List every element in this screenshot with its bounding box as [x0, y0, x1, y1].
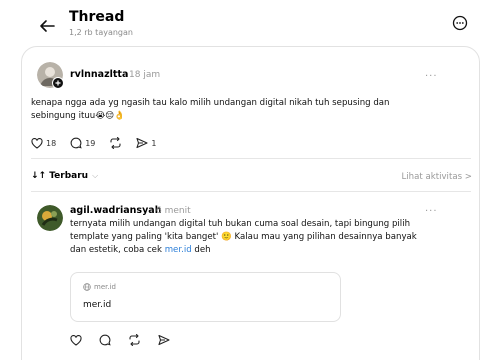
- repost-button[interactable]: [109, 137, 122, 149]
- post-more-icon[interactable]: ···: [425, 72, 438, 82]
- top-bar: Thread 1,2 rb tayangan: [0, 0, 500, 44]
- repost-icon: [110, 137, 121, 149]
- share-button[interactable]: [158, 334, 170, 346]
- repost-icon: [129, 334, 140, 346]
- reply-more-icon[interactable]: ···: [425, 207, 438, 217]
- view-activity-link[interactable]: Lihat aktivitas >: [401, 172, 472, 182]
- reply-text: ternyata milih undangan digital tuh buka…: [70, 218, 475, 257]
- more-options-icon[interactable]: [452, 15, 468, 31]
- share-count: 1: [151, 138, 157, 148]
- share-button[interactable]: 1: [136, 137, 156, 149]
- post-time: 18 jam: [129, 70, 161, 80]
- sort-dropdown[interactable]: ↓↑ Terbaru ⌵: [31, 171, 98, 181]
- back-arrow-icon[interactable]: [38, 17, 56, 35]
- reply-username[interactable]: agil.wadriansyah: [70, 205, 161, 217]
- like-count: 18: [46, 138, 57, 148]
- comment-count: 19: [85, 138, 96, 148]
- link-preview-title: mer.id: [83, 300, 112, 310]
- user-photo-icon: [37, 205, 63, 231]
- post-text: kenapa ngga ada yg ngasih tau kalo milih…: [31, 98, 390, 121]
- like-button[interactable]: [70, 334, 82, 346]
- divider: [31, 158, 471, 159]
- reply-time: 6 menit: [156, 206, 191, 216]
- globe-icon: [83, 283, 91, 291]
- send-icon: [158, 334, 170, 346]
- header-title-group: Thread 1,2 rb tayangan: [69, 9, 133, 38]
- view-count: 1,2 rb tayangan: [69, 28, 133, 37]
- link-preview-card[interactable]: mer.id mer.id: [70, 272, 341, 322]
- divider: [31, 191, 471, 192]
- reply-link[interactable]: mer.id: [165, 245, 192, 255]
- follow-plus-icon[interactable]: [52, 77, 64, 89]
- heart-icon: [70, 334, 82, 346]
- link-preview-domain: mer.id: [94, 283, 116, 291]
- repost-button[interactable]: [128, 334, 141, 346]
- reply-text-after-link: deh: [191, 245, 211, 255]
- chevron-down-icon: ⌵: [92, 171, 99, 180]
- link-preview-domain-row: mer.id: [83, 283, 116, 291]
- post-username[interactable]: rvlnnazltta: [70, 69, 128, 81]
- heart-icon: [31, 137, 43, 149]
- comment-icon: [70, 137, 82, 149]
- send-icon: [136, 137, 148, 149]
- comment-button[interactable]: [99, 334, 111, 346]
- page-title: Thread: [69, 9, 125, 25]
- comment-icon: [99, 334, 111, 346]
- avatar[interactable]: [37, 205, 63, 231]
- like-button[interactable]: 18: [31, 137, 57, 149]
- comment-button[interactable]: 19: [70, 137, 95, 149]
- sort-label: ↓↑ Terbaru: [31, 171, 89, 181]
- reply-text-before-link: ternyata milih undangan digital tuh buka…: [70, 219, 417, 255]
- post-actions: 18 19 1: [31, 137, 156, 149]
- reply-actions: [70, 334, 170, 346]
